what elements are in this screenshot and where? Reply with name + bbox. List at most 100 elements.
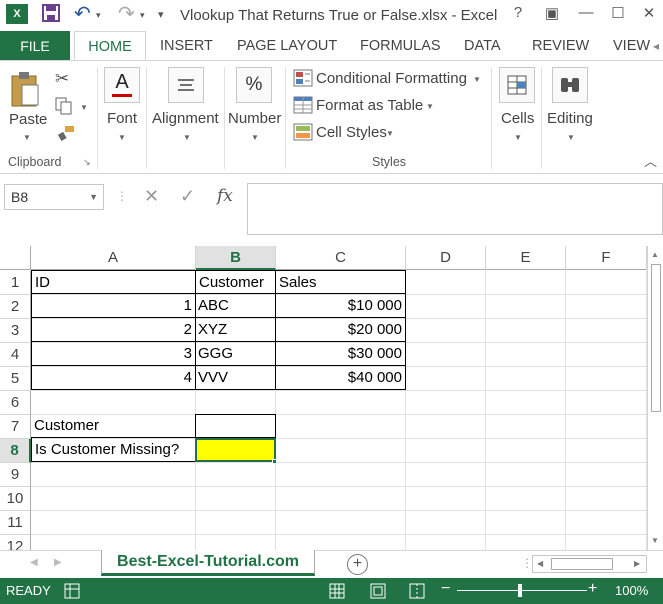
scroll-down-icon[interactable]: ▼ [651, 536, 659, 545]
name-box-dropdown-icon[interactable]: ▼ [89, 185, 98, 209]
macro-record-icon[interactable] [64, 583, 80, 604]
editing-button[interactable]: Editing [547, 110, 593, 127]
tab-review[interactable]: REVIEW [532, 31, 589, 61]
column-header-d[interactable]: D [406, 246, 486, 270]
maximize-button[interactable]: ☐ [606, 4, 630, 26]
conditional-formatting-icon[interactable] [293, 69, 313, 92]
help-button[interactable]: ? [506, 4, 530, 26]
row-header-6[interactable]: 6 [0, 391, 31, 415]
paste-button[interactable]: Paste [9, 111, 47, 128]
row-header-11[interactable]: 11 [0, 511, 31, 535]
editing-icon[interactable] [552, 67, 588, 103]
cells-dropdown-icon[interactable]: ▼ [514, 133, 522, 142]
vertical-scrollbar[interactable]: ▲ ▼ [647, 246, 663, 550]
sheet-tab-active[interactable]: Best-Excel-Tutorial.com [101, 550, 315, 576]
new-sheet-button[interactable]: + [347, 554, 368, 575]
cell-styles-dropdown-icon[interactable]: ▼ [386, 129, 394, 138]
column-header-e[interactable]: E [486, 246, 566, 270]
paste-icon[interactable] [10, 71, 40, 114]
cell-a4[interactable]: 3 [31, 342, 196, 366]
row-header-2[interactable]: 2 [0, 295, 31, 319]
column-header-a[interactable]: A [31, 246, 196, 270]
column-header-f[interactable]: F [566, 246, 647, 270]
minimize-button[interactable]: — [574, 4, 598, 26]
zoom-level[interactable]: 100% [615, 583, 648, 598]
number-button[interactable]: Number [228, 110, 281, 127]
row-header-4[interactable]: 4 [0, 343, 31, 367]
font-dropdown-icon[interactable]: ▼ [118, 133, 126, 142]
cell-styles-icon[interactable] [293, 123, 313, 146]
tabs-scroll-icon[interactable]: ◂ [653, 31, 659, 61]
cell-c5[interactable]: $40 000 [275, 366, 406, 390]
copy-icon[interactable] [55, 97, 73, 120]
conditional-formatting-button[interactable]: Conditional Formatting [316, 70, 467, 87]
font-button[interactable]: Font [107, 110, 137, 127]
cell-a3[interactable]: 2 [31, 318, 196, 342]
undo-dropdown-icon[interactable]: ▾ [96, 10, 101, 21]
page-break-view-icon[interactable] [409, 583, 425, 604]
zoom-slider-thumb[interactable] [518, 584, 522, 597]
alignment-button[interactable]: Alignment [152, 110, 219, 127]
name-box[interactable]: B8 ▼ [4, 184, 104, 210]
alignment-dropdown-icon[interactable]: ▼ [183, 133, 191, 142]
cell-a5[interactable]: 4 [31, 366, 196, 390]
cell-a7[interactable]: Customer [31, 414, 196, 438]
row-header-8[interactable]: 8 [0, 439, 31, 463]
insert-function-icon[interactable]: fx [217, 186, 233, 206]
zoom-in-button[interactable]: + [588, 580, 597, 598]
tab-insert[interactable]: INSERT [160, 31, 213, 61]
tab-home[interactable]: HOME [74, 31, 146, 61]
undo-icon[interactable]: ↶ [74, 1, 91, 26]
cell-c1[interactable]: Sales [275, 270, 406, 294]
cell-b8-selected[interactable] [195, 438, 276, 462]
scroll-up-icon[interactable]: ▲ [651, 250, 659, 259]
redo-icon[interactable]: ↷ [118, 1, 135, 26]
cell-b5[interactable]: VVV [195, 366, 276, 390]
format-as-table-icon[interactable] [293, 96, 313, 119]
cell-c2[interactable]: $10 000 [275, 294, 406, 318]
zoom-slider-track[interactable] [457, 590, 587, 591]
select-all-corner[interactable] [0, 246, 31, 270]
cell-c4[interactable]: $30 000 [275, 342, 406, 366]
horizontal-scroll-thumb[interactable] [551, 558, 613, 570]
horizontal-scrollbar[interactable]: ◀ ▶ [532, 555, 647, 573]
cell-a2[interactable]: 1 [31, 294, 196, 318]
worksheet-grid[interactable]: A B C D E F 1 2 3 4 5 6 7 8 9 10 11 12 I… [0, 246, 647, 550]
scroll-right-icon[interactable]: ▶ [634, 559, 640, 568]
cancel-icon[interactable]: ✕ [144, 186, 159, 207]
tab-file[interactable]: FILE [0, 31, 70, 61]
format-painter-icon[interactable] [57, 125, 75, 146]
cut-icon[interactable]: ✂ [55, 69, 69, 89]
tab-view[interactable]: VIEW [613, 31, 650, 61]
formula-input[interactable] [247, 183, 663, 235]
cells-button[interactable]: Cells [501, 110, 534, 127]
cell-b3[interactable]: XYZ [195, 318, 276, 342]
collapse-ribbon-icon[interactable]: ︿ [644, 151, 657, 170]
zoom-out-button[interactable]: − [441, 580, 450, 598]
redo-dropdown-icon[interactable]: ▾ [140, 10, 145, 21]
number-dropdown-icon[interactable]: ▼ [251, 133, 259, 142]
alignment-icon[interactable] [168, 67, 204, 103]
cell-c3[interactable]: $20 000 [275, 318, 406, 342]
column-header-c[interactable]: C [276, 246, 406, 270]
sheet-prev-icon[interactable]: ◀ [30, 557, 38, 568]
format-as-table-button[interactable]: Format as Table [316, 97, 423, 114]
sheet-next-icon[interactable]: ▶ [54, 557, 62, 568]
tab-formulas[interactable]: FORMULAS [360, 31, 441, 61]
ribbon-display-options-icon[interactable]: ▣ [540, 4, 564, 26]
cell-b2[interactable]: ABC [195, 294, 276, 318]
cell-a1[interactable]: ID [31, 270, 196, 294]
cell-b1[interactable]: Customer [195, 270, 276, 294]
tab-data[interactable]: DATA [464, 31, 501, 61]
enter-icon[interactable]: ✓ [180, 186, 195, 207]
page-layout-view-icon[interactable] [370, 583, 386, 604]
copy-dropdown-icon[interactable]: ▼ [80, 103, 88, 112]
cells-icon[interactable] [499, 67, 535, 103]
close-button[interactable]: ✕ [637, 4, 661, 26]
fill-handle[interactable] [272, 459, 277, 464]
cell-b4[interactable]: GGG [195, 342, 276, 366]
normal-view-icon[interactable] [329, 583, 345, 604]
tab-page-layout[interactable]: PAGE LAYOUT [237, 31, 337, 61]
number-icon[interactable]: % [236, 67, 272, 103]
save-icon[interactable] [42, 4, 60, 27]
